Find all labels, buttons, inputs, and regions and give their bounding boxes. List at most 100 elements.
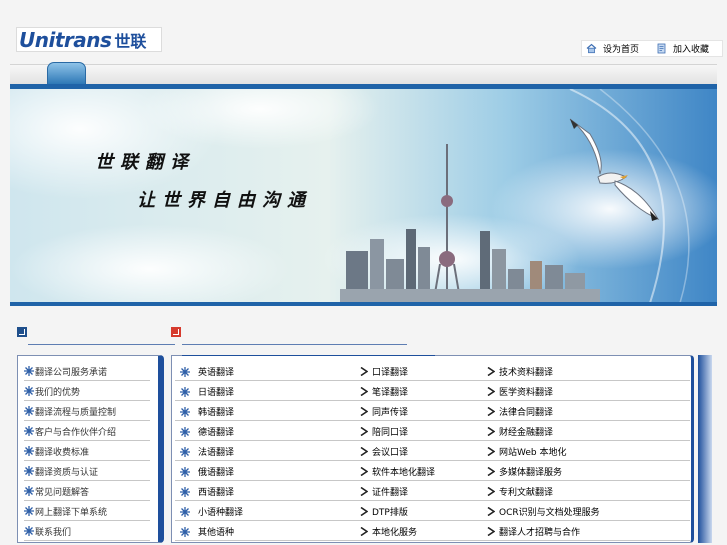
left-link-label: 翻译收费标准 [35,447,90,458]
left-link-item[interactable]: 联系我们 [24,522,150,541]
service-link-label: 俄语翻译 [198,468,235,478]
left-link-label: 网上翻译下单系统 [35,507,108,518]
service-link[interactable]: 会议口译 [360,442,408,461]
service-link[interactable]: 口译翻译 [360,362,408,381]
arrow-bullet-icon [487,407,495,416]
add-bookmark-label: 加入收藏 [673,45,710,55]
arrow-bullet-icon [360,387,368,396]
service-link[interactable]: 证件翻译 [360,482,408,501]
page: Unitrans 世联 设为首页 加入收藏 世联翻译 让世界自由沟通 翻译公司服… [0,0,727,545]
service-link[interactable]: 俄语翻译 [180,462,234,481]
service-link[interactable]: 小语种翻译 [180,502,243,521]
service-row: 日语翻译 笔译翻译 医学资料翻译 [175,382,690,401]
service-link[interactable]: 技术资料翻译 [487,362,553,381]
service-link-label: 德语翻译 [198,428,235,438]
snowflake-bullet-icon [24,466,34,476]
service-link[interactable]: 财经金融翻译 [487,422,553,441]
service-link-label: 多媒体翻译服务 [499,468,563,478]
banner-slogan-line2: 让世界自由沟通 [137,190,312,211]
bookmark-icon [657,43,666,54]
add-bookmark-link[interactable]: 加入收藏 [652,41,722,56]
left-link-item[interactable]: 翻译流程与质量控制 [24,402,150,421]
left-link-item[interactable]: 翻译收费标准 [24,442,150,461]
service-link-label: 韩语翻译 [198,408,235,418]
logo-text-cn: 世联 [114,31,147,51]
service-link-label: 软件本地化翻译 [372,468,436,478]
banner-divider [10,302,717,306]
left-link-item[interactable]: 网上翻译下单系统 [24,502,150,521]
service-link[interactable]: 网站Web 本地化 [487,442,566,461]
service-link-label: 陪同口译 [372,428,409,438]
service-link[interactable]: 专利文献翻译 [487,482,553,501]
service-link-label: 小语种翻译 [198,508,244,518]
service-link-label: 网站Web 本地化 [499,448,567,458]
snowflake-bullet-icon [24,406,34,416]
service-link-label: 专利文献翻译 [499,488,554,498]
section-arrow-icon [17,327,27,337]
service-link[interactable]: OCR识别与文档处理服务 [487,502,600,521]
service-link[interactable]: 其他语种 [180,522,234,541]
service-row: 俄语翻译 软件本地化翻译 多媒体翻译服务 [175,462,690,481]
company-logo[interactable]: Unitrans 世联 [16,27,162,52]
snowflake-bullet-icon [24,486,34,496]
service-link[interactable]: 同声传译 [360,402,408,421]
left-link-label: 翻译公司服务承诺 [35,367,108,378]
left-link-item[interactable]: 翻译资质与认证 [24,462,150,481]
service-link[interactable]: 笔译翻译 [360,382,408,401]
service-row: 法语翻译 会议口译 网站Web 本地化 [175,442,690,461]
service-link-label: 医学资料翻译 [499,388,554,398]
left-link-item[interactable]: 翻译公司服务承诺 [24,362,150,381]
left-link-item[interactable]: 常见问题解答 [24,482,150,501]
arrow-bullet-icon [487,447,495,456]
service-link[interactable]: 西语翻译 [180,482,234,501]
snowflake-bullet-icon [24,366,34,376]
arrow-bullet-icon [487,527,495,536]
service-link[interactable]: 多媒体翻译服务 [487,462,562,481]
left-link-label: 常见问题解答 [35,487,90,498]
service-row: 西语翻译 证件翻译 专利文献翻译 [175,482,690,501]
arrow-bullet-icon [360,427,368,436]
service-link[interactable]: 陪同口译 [360,422,408,441]
top-links: 设为首页 加入收藏 [581,40,723,57]
left-link-item[interactable]: 客户与合作伙伴介绍 [24,422,150,441]
home-icon [586,43,597,54]
service-link[interactable]: 软件本地化翻译 [360,462,435,481]
set-homepage-label: 设为首页 [603,45,640,55]
logo-text-en: Unitrans [19,27,112,52]
service-link[interactable]: 法语翻译 [180,442,234,461]
arrow-bullet-icon [487,507,495,516]
service-link-label: 英语翻译 [198,368,235,378]
snowflake-bullet-icon [180,466,190,477]
service-link[interactable]: 日语翻译 [180,382,234,401]
service-link[interactable]: 法律合同翻译 [487,402,553,421]
arrow-bullet-icon [360,467,368,476]
snowflake-bullet-icon [24,446,34,456]
service-link[interactable]: 本地化服务 [360,522,417,541]
arrow-bullet-icon [487,427,495,436]
left-link-item[interactable]: 我们的优势 [24,382,150,401]
service-link[interactable]: 翻译人才招聘与合作 [487,522,580,541]
service-link[interactable]: 英语翻译 [180,362,234,381]
service-link-label: 日语翻译 [198,388,235,398]
left-link-label: 翻译资质与认证 [35,467,99,478]
service-link-label: 其他语种 [198,528,235,538]
arrow-bullet-icon [360,507,368,516]
service-link-label: 口译翻译 [372,368,409,378]
service-link[interactable]: 医学资料翻译 [487,382,553,401]
service-link[interactable]: 韩语翻译 [180,402,234,421]
service-panel-top-line [182,355,435,356]
arrow-bullet-icon [487,487,495,496]
arrow-bullet-icon [360,527,368,536]
snowflake-bullet-icon [24,526,34,536]
nav-tab-home[interactable] [47,62,86,84]
service-link[interactable]: DTP排版 [360,502,408,521]
arrow-bullet-icon [360,367,368,376]
set-homepage-link[interactable]: 设为首页 [582,41,652,56]
service-link-label: 法律合同翻译 [499,408,554,418]
left-link-label: 我们的优势 [35,387,81,398]
arrow-bullet-icon [360,487,368,496]
service-link-label: 同声传译 [372,408,409,418]
service-link-panel: 英语翻译 口译翻译 技术资料翻译日语翻译 笔译翻译 医学资料翻译韩语翻译 同声传译 法律合同… [171,355,694,543]
service-link[interactable]: 德语翻译 [180,422,234,441]
arrow-bullet-icon [487,467,495,476]
